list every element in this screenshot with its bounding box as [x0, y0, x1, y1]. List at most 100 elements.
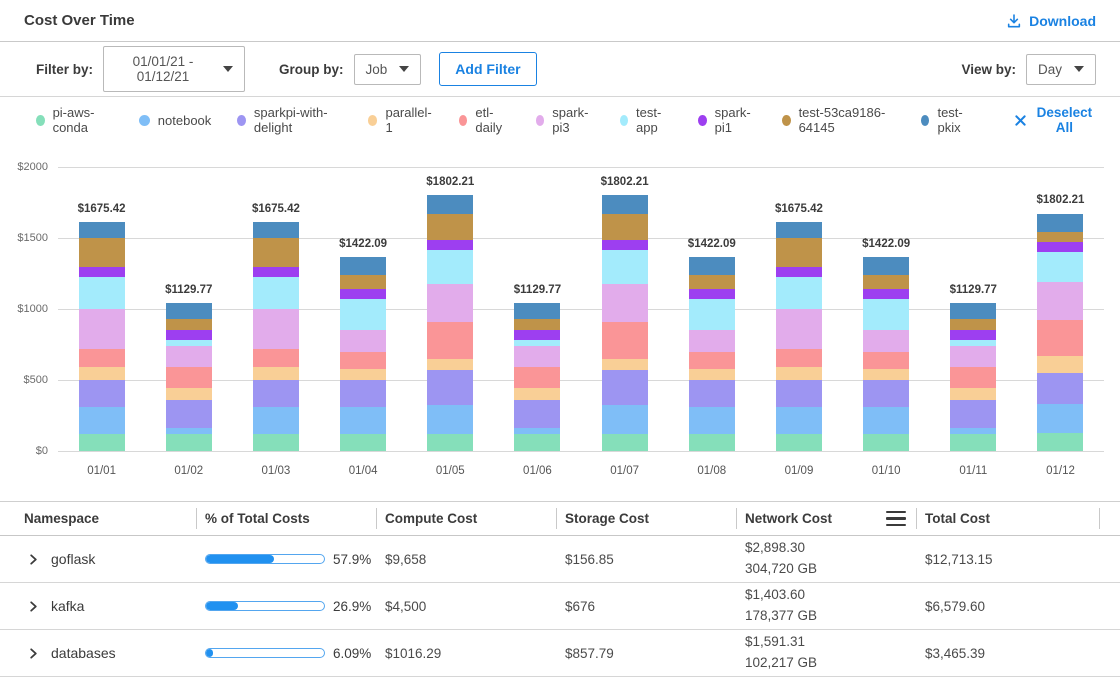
bar-segment-pi-aws-conda[interactable]: [79, 434, 125, 451]
bar-segment-test-53ca9186-64145[interactable]: [253, 238, 299, 267]
bar-segment-notebook[interactable]: [253, 407, 299, 434]
stacked-bar-01/01[interactable]: [79, 222, 125, 451]
stacked-bar-01/12[interactable]: [1037, 214, 1083, 452]
bar-segment-test-53ca9186-64145[interactable]: [427, 214, 473, 241]
bar-segment-pi-aws-conda[interactable]: [340, 434, 386, 451]
legend-item-test-53ca9186-64145[interactable]: test-53ca9186-64145: [782, 105, 895, 135]
namespace-expander-kafka[interactable]: kafka: [0, 598, 196, 614]
bar-segment-spark-pi1[interactable]: [689, 289, 735, 299]
view-by-dropdown[interactable]: Day: [1026, 54, 1096, 85]
bar-segment-spark-pi3[interactable]: [689, 330, 735, 352]
bar-segment-etl-daily[interactable]: [253, 349, 299, 367]
bar-segment-sparkpi-with-delight[interactable]: [427, 370, 473, 405]
bar-segment-spark-pi3[interactable]: [427, 284, 473, 322]
bar-segment-test-app[interactable]: [340, 299, 386, 331]
chevron-right-icon[interactable]: [28, 648, 39, 659]
bar-segment-test-app[interactable]: [863, 299, 909, 331]
stacked-bar-01/05[interactable]: [427, 195, 473, 451]
bar-segment-pi-aws-conda[interactable]: [950, 434, 996, 451]
bar-segment-test-app[interactable]: [602, 250, 648, 283]
bar-segment-etl-daily[interactable]: [427, 322, 473, 359]
bar-segment-sparkpi-with-delight[interactable]: [863, 380, 909, 407]
bar-segment-sparkpi-with-delight[interactable]: [776, 380, 822, 407]
bar-segment-sparkpi-with-delight[interactable]: [166, 400, 212, 428]
add-filter-button[interactable]: Add Filter: [439, 52, 536, 86]
bar-segment-sparkpi-with-delight[interactable]: [689, 380, 735, 407]
bar-segment-test-53ca9186-64145[interactable]: [514, 319, 560, 331]
bar-segment-sparkpi-with-delight[interactable]: [1037, 373, 1083, 405]
bar-segment-sparkpi-with-delight[interactable]: [79, 380, 125, 407]
bar-segment-test-53ca9186-64145[interactable]: [1037, 232, 1083, 242]
menu-icon[interactable]: [886, 511, 906, 527]
bar-segment-test-app[interactable]: [776, 277, 822, 309]
bar-segment-parallel-1[interactable]: [950, 388, 996, 400]
bar-segment-etl-daily[interactable]: [602, 322, 648, 359]
bar-segment-test-pkix[interactable]: [253, 222, 299, 238]
bar-segment-test-53ca9186-64145[interactable]: [950, 319, 996, 331]
bar-segment-parallel-1[interactable]: [340, 369, 386, 381]
bar-segment-parallel-1[interactable]: [863, 369, 909, 381]
bar-segment-etl-daily[interactable]: [776, 349, 822, 367]
bar-segment-test-app[interactable]: [427, 250, 473, 283]
bar-segment-spark-pi1[interactable]: [427, 240, 473, 250]
stacked-bar-01/07[interactable]: [602, 195, 648, 451]
bar-segment-spark-pi3[interactable]: [776, 309, 822, 349]
legend-item-spark-pi1[interactable]: spark-pi1: [698, 105, 756, 135]
bar-segment-spark-pi1[interactable]: [79, 267, 125, 277]
bar-segment-spark-pi3[interactable]: [863, 330, 909, 352]
bar-segment-pi-aws-conda[interactable]: [863, 434, 909, 451]
bar-segment-parallel-1[interactable]: [602, 359, 648, 371]
bar-segment-spark-pi3[interactable]: [950, 346, 996, 367]
bar-segment-sparkpi-with-delight[interactable]: [514, 400, 560, 428]
bar-segment-spark-pi1[interactable]: [602, 240, 648, 250]
legend-item-notebook[interactable]: notebook: [139, 113, 212, 128]
legend-item-pi-aws-conda[interactable]: pi-aws-conda: [36, 105, 113, 135]
bar-segment-etl-daily[interactable]: [340, 352, 386, 369]
bar-segment-test-53ca9186-64145[interactable]: [166, 319, 212, 331]
bar-segment-test-app[interactable]: [79, 277, 125, 309]
bar-segment-test-pkix[interactable]: [950, 303, 996, 319]
legend-item-sparkpi-with-delight[interactable]: sparkpi-with-delight: [237, 105, 341, 135]
stacked-bar-01/06[interactable]: [514, 303, 560, 451]
bar-segment-sparkpi-with-delight[interactable]: [950, 400, 996, 428]
bar-segment-spark-pi3[interactable]: [1037, 282, 1083, 320]
bar-segment-etl-daily[interactable]: [689, 352, 735, 369]
bar-segment-sparkpi-with-delight[interactable]: [602, 370, 648, 405]
bar-segment-notebook[interactable]: [863, 407, 909, 434]
bar-segment-spark-pi3[interactable]: [602, 284, 648, 322]
bar-segment-notebook[interactable]: [776, 407, 822, 434]
legend-item-spark-pi3[interactable]: spark-pi3: [536, 105, 594, 135]
bar-segment-test-pkix[interactable]: [427, 195, 473, 213]
bar-segment-test-app[interactable]: [253, 277, 299, 309]
bar-segment-test-pkix[interactable]: [1037, 214, 1083, 232]
bar-segment-parallel-1[interactable]: [776, 367, 822, 380]
bar-segment-pi-aws-conda[interactable]: [253, 434, 299, 451]
bar-segment-spark-pi1[interactable]: [340, 289, 386, 299]
legend-item-etl-daily[interactable]: etl-daily: [459, 105, 510, 135]
bar-segment-etl-daily[interactable]: [863, 352, 909, 369]
bar-segment-pi-aws-conda[interactable]: [602, 434, 648, 451]
bar-segment-test-53ca9186-64145[interactable]: [602, 214, 648, 241]
bar-segment-test-app[interactable]: [689, 299, 735, 331]
bar-segment-pi-aws-conda[interactable]: [166, 434, 212, 451]
download-button[interactable]: Download: [1006, 13, 1096, 29]
bar-segment-parallel-1[interactable]: [253, 367, 299, 380]
bar-segment-parallel-1[interactable]: [689, 369, 735, 381]
stacked-bar-01/02[interactable]: [166, 303, 212, 451]
bar-segment-notebook[interactable]: [1037, 404, 1083, 432]
bar-segment-test-pkix[interactable]: [79, 222, 125, 238]
bar-segment-test-pkix[interactable]: [776, 222, 822, 238]
namespace-expander-goflask[interactable]: goflask: [0, 551, 196, 567]
bar-segment-test-53ca9186-64145[interactable]: [689, 275, 735, 288]
bar-segment-parallel-1[interactable]: [1037, 356, 1083, 373]
bar-segment-spark-pi1[interactable]: [253, 267, 299, 277]
bar-segment-etl-daily[interactable]: [166, 367, 212, 388]
bar-segment-notebook[interactable]: [602, 405, 648, 433]
bar-segment-test-pkix[interactable]: [514, 303, 560, 319]
bar-segment-spark-pi1[interactable]: [776, 267, 822, 277]
bar-segment-parallel-1[interactable]: [427, 359, 473, 371]
stacked-bar-01/08[interactable]: [689, 257, 735, 451]
date-range-dropdown[interactable]: 01/01/21 - 01/12/21: [103, 46, 245, 92]
bar-segment-test-pkix[interactable]: [689, 257, 735, 275]
bar-segment-sparkpi-with-delight[interactable]: [253, 380, 299, 407]
